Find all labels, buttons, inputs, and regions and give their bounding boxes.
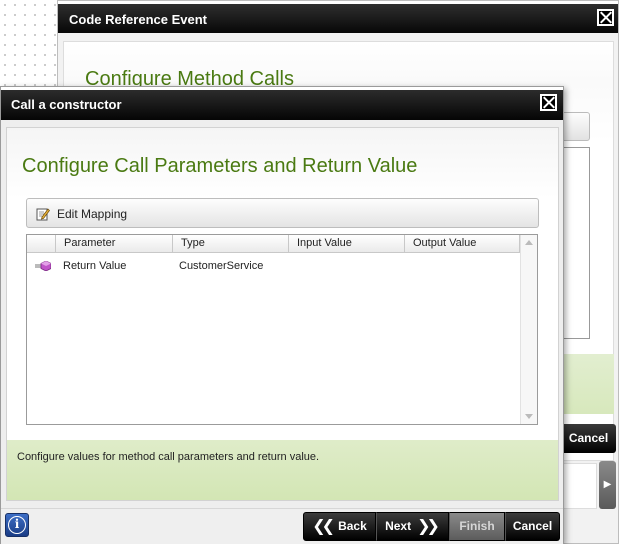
scroll-up-icon[interactable]	[525, 240, 533, 245]
dialog-titlebar[interactable]: Call a constructor	[1, 87, 563, 120]
double-chevron-left-icon: ❮❮	[312, 518, 335, 535]
background-cancel-button[interactable]: Cancel	[561, 424, 616, 453]
cell-type: CustomerService	[179, 260, 264, 272]
column-header-output-value[interactable]: Output Value	[404, 235, 520, 252]
background-dialog-titlebar: Code Reference Event	[58, 1, 618, 33]
edit-mapping-label: Edit Mapping	[57, 207, 128, 221]
cell-parameter: Return Value	[63, 260, 127, 272]
info-button[interactable]: i	[5, 513, 29, 537]
back-label: Back	[338, 519, 367, 533]
double-chevron-right-icon: ❯❯	[417, 518, 440, 535]
cancel-button[interactable]: Cancel	[505, 512, 560, 541]
edit-mapping-button[interactable]: Edit Mapping	[36, 205, 127, 223]
grid-header: Parameter Type Input Value Output Value	[27, 235, 520, 253]
info-panel: Configure values for method call paramet…	[7, 440, 558, 500]
scroll-down-icon[interactable]	[525, 414, 533, 419]
dialog-title: Call a constructor	[11, 97, 122, 112]
info-text: Configure values for method call paramet…	[17, 451, 320, 463]
next-button[interactable]: Next ❯❯	[376, 512, 449, 541]
mapping-toolbar: Edit Mapping	[26, 198, 539, 228]
dialog-content: Configure Call Parameters and Return Val…	[6, 127, 559, 501]
wizard-buttons: ❮❮ Back Next ❯❯ Finish Cancel	[303, 512, 560, 541]
table-row[interactable]: Return Value CustomerService	[27, 256, 520, 276]
dialog-footer: i ❮❮ Back Next ❯❯ Finish Cancel	[1, 508, 563, 544]
column-header-type[interactable]: Type	[172, 235, 288, 252]
close-icon[interactable]	[540, 94, 557, 111]
finish-label: Finish	[459, 519, 495, 533]
info-icon: i	[8, 516, 26, 534]
edit-pencil-icon	[36, 208, 50, 221]
page-heading: Configure Call Parameters and Return Val…	[22, 155, 418, 177]
background-close-icon[interactable]	[597, 9, 614, 26]
column-header-input-value[interactable]: Input Value	[288, 235, 404, 252]
parameters-grid: Parameter Type Input Value Output Value …	[26, 234, 538, 425]
back-button[interactable]: ❮❮ Back	[303, 512, 376, 541]
finish-button[interactable]: Finish	[449, 512, 505, 541]
background-scroll-right-icon[interactable]: ▶	[599, 461, 616, 509]
return-value-icon	[35, 261, 51, 271]
column-header-parameter[interactable]: Parameter	[55, 235, 172, 252]
background-dialog-title: Code Reference Event	[69, 12, 207, 27]
next-label: Next	[385, 519, 412, 533]
call-constructor-dialog: Call a constructor Configure Call Parame…	[0, 86, 564, 544]
grid-vertical-scrollbar[interactable]	[520, 235, 537, 424]
cancel-label: Cancel	[512, 519, 553, 533]
